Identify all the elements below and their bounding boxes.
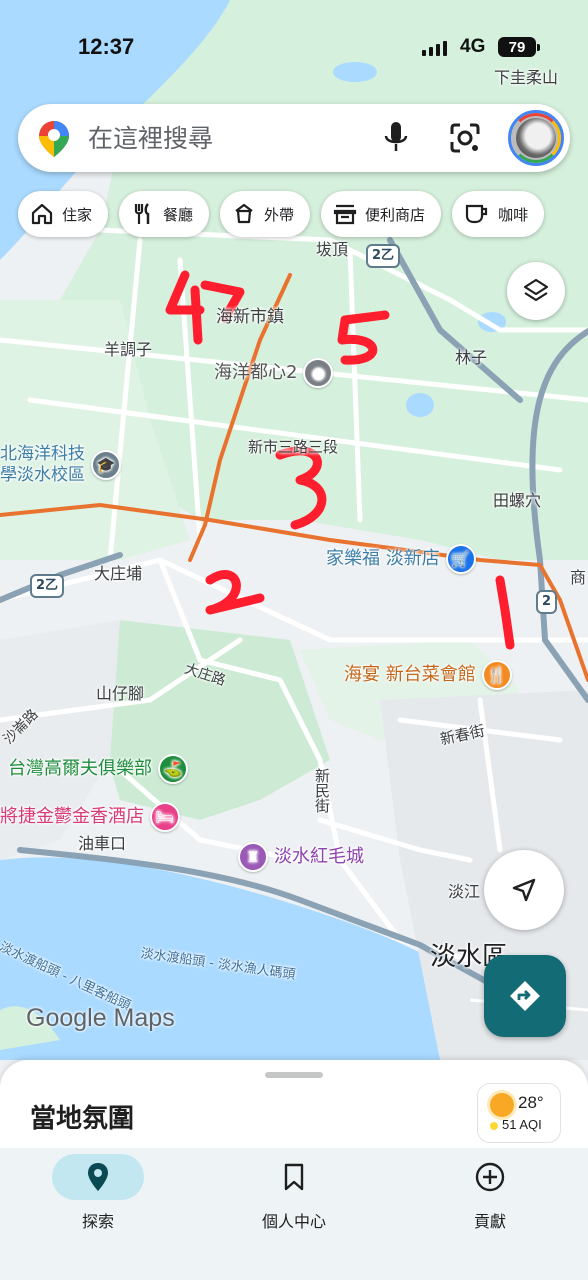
chip-restaurant[interactable]: 餐廳	[119, 191, 210, 237]
battery-icon: 79	[498, 37, 540, 57]
place-label[interactable]: 大庄埔	[94, 566, 142, 582]
temperature: 28°	[518, 1093, 544, 1112]
status-bar: 12:37 4G 79	[0, 0, 588, 96]
nav-pill	[248, 1154, 340, 1200]
nav-pill	[52, 1154, 144, 1200]
home-icon	[31, 203, 53, 225]
nav-label: 個人中心	[261, 1212, 326, 1231]
location-pin-icon	[88, 1163, 108, 1191]
navigation-arrow-icon	[512, 878, 536, 902]
place-label[interactable]: 林子	[455, 350, 487, 366]
microphone-icon[interactable]	[382, 120, 410, 156]
nav-label: 探索	[81, 1212, 114, 1231]
route-shield: 2乙	[30, 574, 65, 598]
network-type: 4G	[460, 36, 486, 57]
battery-level: 79	[508, 38, 526, 56]
signal-icon	[422, 40, 447, 56]
poi-label: 家樂福 淡新店	[326, 548, 440, 569]
coffee-icon	[465, 204, 488, 224]
chip-label: 咖啡	[498, 205, 529, 224]
restaurant-icon	[134, 203, 150, 224]
poi-golf[interactable]: 台灣高爾夫俱樂部 ⛳	[8, 754, 188, 784]
bookmark-icon	[284, 1163, 304, 1191]
store-icon	[333, 204, 357, 225]
poi-label: 台灣高爾夫俱樂部	[8, 758, 152, 779]
place-label[interactable]: 坺頂	[316, 242, 348, 258]
poi-restaurant[interactable]: 海宴 新台菜會館 🍴	[344, 660, 512, 690]
poi-label: 海宴 新台菜會館	[344, 664, 476, 685]
hotel-icon: 🛏	[150, 802, 180, 832]
search-input[interactable]	[88, 124, 368, 153]
chip-home[interactable]: 住家	[18, 191, 109, 237]
poi-school[interactable]: 北海洋科技 學淡水校區 🎓	[0, 444, 121, 487]
poi-label: 海洋都心2	[214, 362, 298, 383]
place-label[interactable]: 商	[570, 570, 586, 586]
directions-icon	[510, 981, 540, 1011]
place-label[interactable]: 山仔腳	[96, 686, 144, 702]
sheet-title: 當地氛圍	[30, 1104, 135, 1134]
chip-label: 外帶	[264, 205, 295, 224]
restaurant-icon: 🍴	[481, 660, 512, 690]
chip-store[interactable]: 便利商店	[321, 191, 442, 237]
category-chips: 住家 餐廳 外帶 便利商店 咖啡	[18, 191, 545, 237]
poi-label: 淡水紅毛城	[274, 846, 364, 867]
layers-button[interactable]	[507, 262, 565, 320]
chip-label: 餐廳	[163, 205, 194, 224]
google-maps-pin-icon	[39, 121, 69, 157]
weather-card[interactable]: 28° 51 AQI	[478, 1084, 560, 1142]
place-label[interactable]: 淡江	[448, 884, 480, 900]
nav-label: 貢獻	[473, 1212, 506, 1231]
poi-label: 北海洋科技 學淡水校區	[0, 444, 85, 486]
nav-pill	[444, 1154, 536, 1200]
poi-label: 將捷金鬱金香酒店	[0, 806, 144, 827]
search-bar[interactable]	[18, 104, 570, 172]
nav-contribute[interactable]: 貢獻	[430, 1148, 550, 1232]
nav-profile[interactable]: 個人中心	[234, 1148, 354, 1232]
place-label[interactable]: 海新市鎮	[216, 309, 284, 326]
place-label[interactable]: 羊調子	[104, 342, 152, 358]
route-shield: 2乙	[366, 244, 401, 268]
takeout-icon	[235, 203, 253, 224]
road-label: 新民街	[313, 768, 331, 813]
place-label[interactable]: 油車口	[78, 836, 126, 852]
poi-pin-icon: ●	[303, 358, 334, 388]
aqi-value: 51 AQI	[502, 1117, 542, 1132]
nav-explore[interactable]: 探索	[38, 1148, 158, 1232]
poi-haiyang[interactable]: 海洋都心2 ●	[214, 358, 334, 388]
place-label[interactable]: 田螺穴	[493, 493, 541, 509]
road-label: 新市三路三段	[248, 438, 339, 456]
castle-icon: ♜	[238, 842, 268, 872]
golf-icon: ⛳	[158, 754, 188, 784]
add-circle-icon	[475, 1162, 505, 1192]
google-maps-logo: Google Maps	[26, 1004, 175, 1032]
directions-button[interactable]	[484, 955, 566, 1037]
sheet-drag-handle[interactable]	[265, 1072, 323, 1078]
avatar-image	[516, 118, 556, 158]
poi-hotel[interactable]: 將捷金鬱金香酒店 🛏	[0, 802, 180, 832]
sun-icon	[490, 1093, 514, 1117]
school-icon: 🎓	[91, 450, 121, 481]
bottom-navigation: 探索 個人中心 貢獻	[0, 1148, 588, 1280]
shopping-cart-icon: 🛒	[445, 544, 476, 574]
my-location-button[interactable]	[484, 850, 564, 930]
poi-carrefour[interactable]: 家樂福 淡新店 🛒	[326, 544, 476, 574]
chip-coffee[interactable]: 咖啡	[452, 191, 545, 237]
chip-label: 住家	[62, 205, 93, 224]
aqi-indicator	[490, 1122, 498, 1130]
route-shield: 2	[536, 590, 558, 614]
chip-takeout[interactable]: 外帶	[220, 191, 311, 237]
poi-redcastle[interactable]: ♜ 淡水紅毛城	[238, 842, 364, 872]
avatar[interactable]	[508, 110, 564, 166]
layers-icon	[523, 278, 549, 302]
chip-label: 便利商店	[365, 205, 426, 224]
google-lens-icon[interactable]	[448, 122, 482, 154]
status-time: 12:37	[78, 34, 135, 59]
